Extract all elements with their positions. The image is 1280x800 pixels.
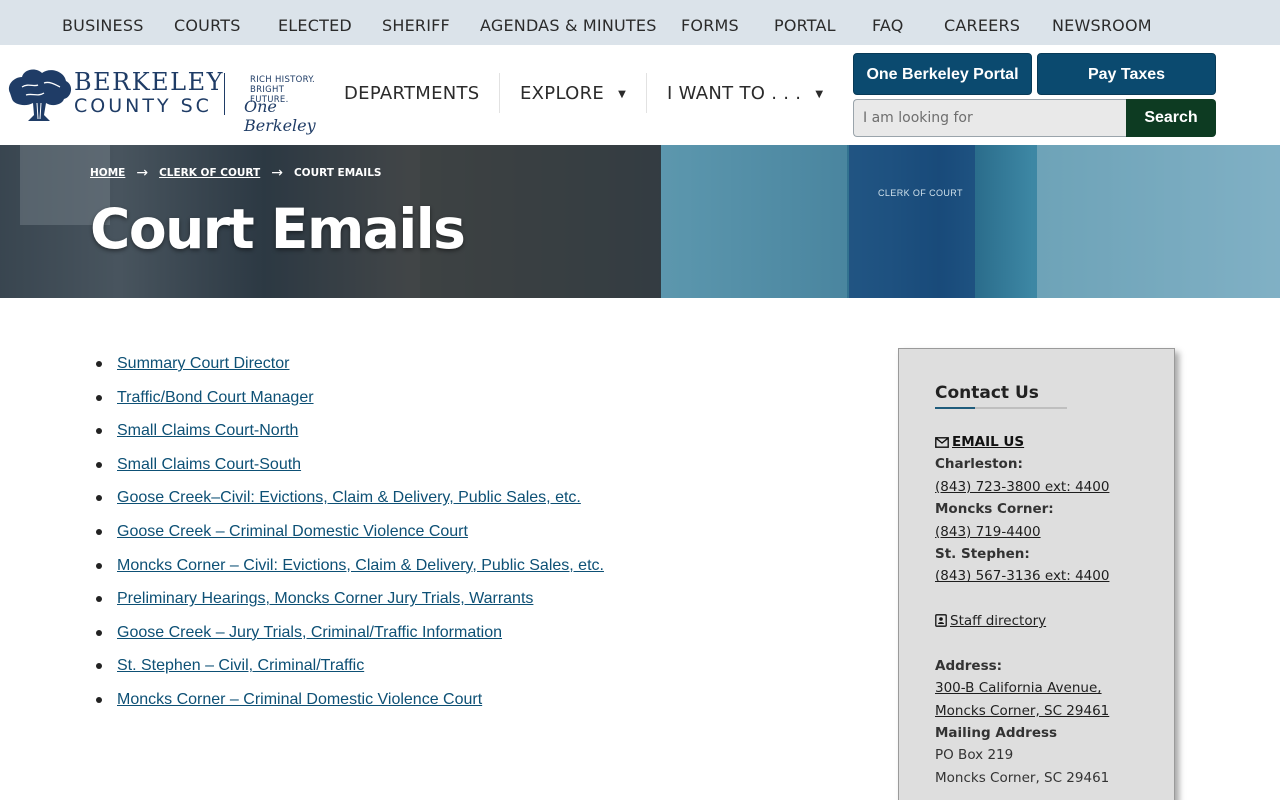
st-stephen-phone-link[interactable]: (843) 567-3136 ext: 4400 [935, 568, 1109, 584]
top-utility-nav: BUSINESS COURTS ELECTED SHERIFF AGENDAS … [0, 0, 1280, 45]
contact-panel: Contact Us EMAIL US Charleston: (843) 72… [898, 348, 1175, 800]
topnav-forms[interactable]: FORMS [681, 0, 739, 45]
email-link[interactable]: Moncks Corner – Civil: Evictions, Claim … [117, 557, 604, 574]
list-item: Goose Creek – Jury Trials, Criminal/Traf… [96, 621, 604, 655]
email-link[interactable]: Small Claims Court-South [117, 456, 301, 473]
email-link[interactable]: St. Stephen – Civil, Criminal/Traffic [117, 657, 364, 674]
envelope-icon [935, 437, 949, 448]
email-link[interactable]: Goose Creek–Civil: Evictions, Claim & De… [117, 489, 581, 506]
email-us-label: EMAIL US [952, 434, 1025, 450]
list-item: Small Claims Court-South [96, 453, 604, 487]
breadcrumb-current: COURT EMAILS [293, 167, 382, 179]
breadcrumb-home[interactable]: HOME [90, 167, 125, 179]
list-item: St. Stephen – Civil, Criminal/Traffic [96, 654, 604, 688]
topnav-faq[interactable]: FAQ [872, 0, 904, 45]
address-label: Address: [935, 657, 1003, 674]
mailing-address-label: Mailing Address [935, 725, 1058, 742]
site-header: BERKELEY COUNTY SC RICH HISTORY. BRIGHT … [0, 45, 1280, 145]
list-item: Preliminary Hearings, Moncks Corner Jury… [96, 587, 604, 621]
breadcrumb: HOME → CLERK OF COURT → COURT EMAILS [90, 165, 381, 181]
topnav-agendas[interactable]: AGENDAS & MINUTES [480, 0, 657, 45]
list-item: Moncks Corner – Criminal Domestic Violen… [96, 688, 604, 722]
topnav-portal[interactable]: PORTAL [774, 0, 836, 45]
list-item: Moncks Corner – Civil: Evictions, Claim … [96, 554, 604, 588]
court-email-list: Summary Court Director Traffic/Bond Cour… [96, 352, 604, 722]
nav-explore[interactable]: EXPLORE ▼ [520, 83, 626, 104]
email-link[interactable]: Goose Creek – Jury Trials, Criminal/Traf… [117, 624, 502, 641]
address-book-icon [935, 614, 947, 627]
contact-details: EMAIL US Charleston: (843) 723-3800 ext:… [935, 431, 1165, 789]
banner-photo-right [661, 145, 1280, 298]
charleston-phone-link[interactable]: (843) 723-3800 ext: 4400 [935, 479, 1109, 495]
cup-label: CLERK OF COURT [878, 188, 963, 198]
topnav-careers[interactable]: CAREERS [944, 0, 1020, 45]
logo-script: One Berkeley [244, 97, 316, 135]
search-button[interactable]: Search [1126, 99, 1216, 137]
moncks-corner-phone-link[interactable]: (843) 719-4400 [935, 524, 1041, 540]
page-banner: CLERK OF COURT HOME → CLERK OF COURT → COURT… [0, 145, 1280, 298]
caret-down-icon: ▼ [815, 89, 824, 100]
email-link[interactable]: Small Claims Court-North [117, 422, 298, 439]
staff-directory-link[interactable]: Staff directory [935, 613, 1046, 629]
nav-separator [646, 73, 647, 113]
contact-title: Contact Us [935, 383, 1039, 403]
oak-tree-icon [8, 69, 72, 121]
list-item: Small Claims Court-North [96, 419, 604, 453]
email-link[interactable]: Summary Court Director [117, 355, 289, 372]
banner-photo-office [1037, 145, 1280, 298]
nav-departments[interactable]: DEPARTMENTS [344, 83, 480, 104]
topnav-business[interactable]: BUSINESS [62, 0, 144, 45]
mailing-line-2: Moncks Corner, SC 29461 [935, 769, 1110, 786]
email-link[interactable]: Goose Creek – Criminal Domestic Violence… [117, 523, 468, 540]
pay-taxes-button[interactable]: Pay Taxes [1037, 53, 1216, 95]
rule-accent [935, 407, 975, 409]
email-link[interactable]: Moncks Corner – Criminal Domestic Violen… [117, 691, 482, 708]
nav-i-want-to[interactable]: I WANT TO . . . ▼ [667, 83, 823, 104]
logo-tagline-1: RICH HISTORY. [250, 75, 316, 85]
email-link[interactable]: Traffic/Bond Court Manager [117, 389, 314, 406]
logo-wordmark: BERKELEY COUNTY SC [74, 69, 224, 117]
arrow-right-icon: → [271, 165, 283, 181]
contact-title-rule [935, 407, 1067, 409]
email-us-link[interactable]: EMAIL US [935, 434, 1024, 450]
nav-separator [499, 73, 500, 113]
logo-line-2: COUNTY SC [74, 95, 212, 117]
arrow-right-icon: → [136, 165, 149, 181]
topnav-sheriff[interactable]: SHERIFF [382, 0, 450, 45]
st-stephen-label: St. Stephen: [935, 545, 1030, 562]
topnav-newsroom[interactable]: NEWSROOM [1052, 0, 1152, 45]
logo-divider [224, 73, 225, 115]
topnav-elected[interactable]: ELECTED [278, 0, 352, 45]
email-link[interactable]: Preliminary Hearings, Moncks Corner Jury… [117, 590, 533, 607]
charleston-label: Charleston: [935, 456, 1023, 473]
mailing-line-1: PO Box 219 [935, 747, 1014, 764]
logo-line-1: BERKELEY [74, 68, 224, 96]
page-title: Court Emails [90, 197, 466, 261]
breadcrumb-clerk-of-court[interactable]: CLERK OF COURT [159, 167, 260, 179]
list-item: Summary Court Director [96, 352, 604, 386]
nav-explore-label: EXPLORE [520, 83, 605, 104]
banner-photo-cup [849, 145, 975, 298]
list-item: Goose Creek – Criminal Domestic Violence… [96, 520, 604, 554]
search-input[interactable] [853, 99, 1126, 137]
moncks-corner-label: Moncks Corner: [935, 501, 1054, 518]
caret-down-icon: ▼ [618, 89, 627, 100]
topnav-courts[interactable]: COURTS [174, 0, 241, 45]
list-item: Traffic/Bond Court Manager [96, 386, 604, 420]
county-logo[interactable]: BERKELEY COUNTY SC RICH HISTORY. BRIGHT … [4, 63, 324, 135]
address-line-1-link[interactable]: 300-B California Avenue, [935, 680, 1102, 696]
nav-departments-label: DEPARTMENTS [344, 83, 480, 104]
staff-directory-label: Staff directory [950, 613, 1047, 630]
list-item: Goose Creek–Civil: Evictions, Claim & De… [96, 486, 604, 520]
nav-i-want-to-label: I WANT TO . . . [667, 83, 802, 104]
address-line-2-link[interactable]: Moncks Corner, SC 29461 [935, 703, 1109, 719]
one-berkeley-portal-button[interactable]: One Berkeley Portal [853, 53, 1032, 95]
banner-photo-panel [661, 145, 847, 298]
